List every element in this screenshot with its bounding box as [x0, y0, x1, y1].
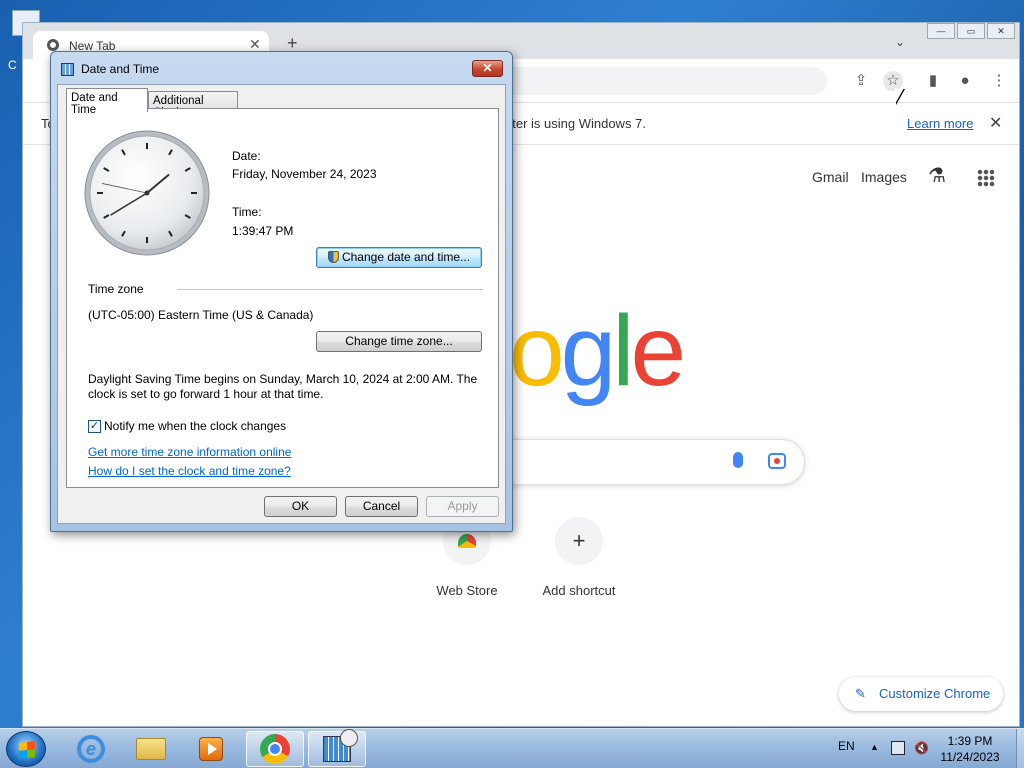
- voice-search-icon[interactable]: [733, 452, 743, 468]
- chrome-icon: [260, 734, 290, 764]
- desktop-icon-label[interactable]: C: [8, 58, 17, 72]
- time-zone-value: (UTC-05:00) Eastern Time (US & Canada): [88, 308, 314, 322]
- date-label: Date:: [232, 149, 261, 163]
- taskbar-date: 11/24/2023: [940, 750, 1000, 764]
- learn-more-link[interactable]: Learn more: [907, 116, 973, 131]
- side-panel-icon[interactable]: ▮: [923, 71, 943, 91]
- google-logo: ogle: [509, 301, 686, 401]
- window-controls: — ▭ ✕: [927, 23, 1017, 39]
- taskbar-date-time[interactable]: [308, 729, 366, 767]
- tab-date-and-time[interactable]: Date and Time: [66, 88, 148, 116]
- mouse-cursor: [895, 88, 904, 104]
- google-apps-icon[interactable]: [977, 169, 995, 187]
- google-lens-icon[interactable]: [768, 453, 786, 469]
- taskbar-clock[interactable]: 1:39 PM 11/24/2023: [930, 733, 1010, 765]
- shortcut-add[interactable]: + Add shortcut: [539, 517, 619, 598]
- taskbar-chrome[interactable]: [246, 731, 304, 767]
- logo-letter: o: [509, 295, 565, 407]
- logo-letter: g: [560, 295, 617, 407]
- profile-avatar-icon[interactable]: ●: [955, 71, 975, 91]
- change-time-zone-button[interactable]: Change time zone...: [316, 331, 482, 352]
- chrome-favicon-icon: [47, 39, 59, 51]
- tab-search-button[interactable]: ⌄: [895, 35, 905, 49]
- ok-button[interactable]: OK: [264, 496, 337, 517]
- images-link[interactable]: Images: [861, 169, 907, 185]
- notify-checkbox[interactable]: ✓: [88, 420, 101, 433]
- internet-explorer-icon: e: [77, 735, 105, 763]
- show-desktop-button[interactable]: [1016, 729, 1024, 768]
- dst-text-line2: clock is set to go forward 1 hour at tha…: [88, 387, 324, 401]
- logo-letter: l: [612, 295, 634, 407]
- customize-chrome-button[interactable]: ✎ Customize Chrome: [839, 677, 1003, 711]
- analog-clock: [84, 130, 210, 256]
- language-indicator[interactable]: EN: [838, 739, 855, 753]
- folder-icon: [136, 738, 166, 760]
- change-date-time-label: Change date and time...: [341, 250, 471, 264]
- minimize-button[interactable]: —: [927, 23, 955, 39]
- show-hidden-icons-arrow-icon[interactable]: ▲: [870, 742, 879, 752]
- search-box[interactable]: [503, 439, 805, 485]
- info-bar-close-icon[interactable]: ✕: [989, 113, 1002, 133]
- dialog-close-button[interactable]: ✕: [472, 60, 503, 77]
- dst-text-line1: Daylight Saving Time begins on Sunday, M…: [88, 372, 478, 386]
- close-window-button[interactable]: ✕: [987, 23, 1015, 39]
- time-value: 1:39:47 PM: [232, 224, 294, 238]
- date-time-panel: Date: Friday, November 24, 2023 Time: 1:…: [66, 108, 499, 488]
- uac-shield-icon: [327, 251, 339, 263]
- taskbar-file-explorer[interactable]: [122, 731, 180, 767]
- date-time-icon: [323, 729, 358, 762]
- network-icon[interactable]: [891, 741, 905, 755]
- date-time-app-icon: [61, 63, 74, 76]
- apply-button[interactable]: Apply: [426, 496, 499, 517]
- windows-logo-icon: [19, 741, 35, 759]
- menu-kebab-icon[interactable]: ⋮: [989, 71, 1009, 91]
- shortcut-label: Web Store: [436, 583, 498, 598]
- dialog-body: Date and Time Additional Clocks: [57, 84, 506, 524]
- time-zone-separator: [177, 289, 483, 290]
- date-time-dialog: Date and Time ✕ Date and Time Additional…: [50, 51, 513, 532]
- taskbar-time: 1:39 PM: [947, 734, 993, 748]
- media-player-icon: [199, 737, 223, 761]
- info-bar-text: uter is using Windows 7.: [505, 116, 646, 131]
- volume-muted-icon[interactable]: 🔇: [914, 741, 929, 755]
- share-icon[interactable]: ⇪: [851, 71, 871, 91]
- maximize-button[interactable]: ▭: [957, 23, 985, 39]
- change-date-time-button[interactable]: Change date and time...: [316, 247, 482, 268]
- start-button[interactable]: [6, 731, 46, 767]
- shortcut-label: Add shortcut: [542, 583, 616, 598]
- taskbar-media-player[interactable]: [182, 731, 240, 767]
- plus-icon: +: [555, 517, 603, 565]
- customize-label: Customize Chrome: [879, 686, 991, 701]
- time-zone-info-link[interactable]: Get more time zone information online: [88, 445, 291, 459]
- logo-letter: e: [630, 295, 686, 407]
- labs-flask-icon[interactable]: ⚗: [928, 163, 946, 188]
- time-zone-heading: Time zone: [88, 282, 144, 296]
- pencil-icon: ✎: [855, 686, 866, 701]
- dialog-title: Date and Time: [81, 62, 160, 76]
- how-to-set-clock-link[interactable]: How do I set the clock and time zone?: [88, 464, 291, 478]
- gmail-link[interactable]: Gmail: [812, 169, 849, 185]
- taskbar: e EN ▲ 🔇 1:39 PM 11/24/2023: [0, 728, 1024, 768]
- date-value: Friday, November 24, 2023: [232, 167, 377, 181]
- notify-label[interactable]: Notify me when the clock changes: [104, 419, 286, 433]
- cancel-button[interactable]: Cancel: [345, 496, 418, 517]
- time-label: Time:: [232, 205, 262, 219]
- taskbar-internet-explorer[interactable]: e: [62, 731, 120, 767]
